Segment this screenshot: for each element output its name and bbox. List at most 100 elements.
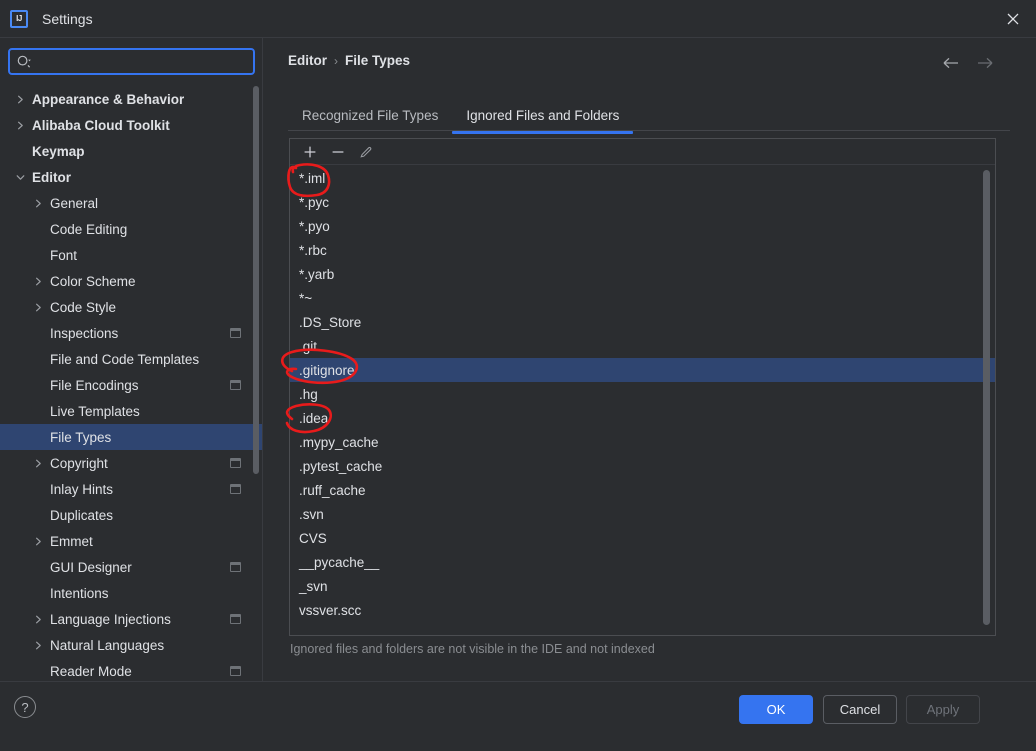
chevron-right-icon[interactable]: [30, 294, 46, 320]
list-item[interactable]: *.yarb: [290, 262, 995, 286]
sidebar-item-appearance-behavior[interactable]: Appearance & Behavior: [0, 86, 262, 112]
settings-sidebar: Appearance & Behavior Alibaba Cloud Toolk…: [0, 38, 263, 681]
sidebar-item-inlay-hints[interactable]: Inlay Hints: [0, 476, 262, 502]
list-item-value: .git: [299, 338, 318, 354]
list-item[interactable]: CVS: [290, 526, 995, 550]
sidebar-item-label: Live Templates: [50, 403, 140, 419]
list-item[interactable]: .DS_Store: [290, 310, 995, 334]
sidebar-item-copyright[interactable]: Copyright: [0, 450, 262, 476]
list-item[interactable]: _svn: [290, 574, 995, 598]
remove-button[interactable]: [326, 141, 350, 163]
sidebar-item-code-style[interactable]: Code Style: [0, 294, 262, 320]
sidebar-item-language-injections[interactable]: Language Injections: [0, 606, 262, 632]
project-scope-icon: [230, 458, 241, 468]
window-title: Settings: [42, 10, 93, 27]
list-item[interactable]: *~: [290, 286, 995, 310]
list-item[interactable]: *.rbc: [290, 238, 995, 262]
sidebar-item-keymap[interactable]: Keymap: [0, 138, 262, 164]
sidebar-item-emmet[interactable]: Emmet: [0, 528, 262, 554]
sidebar-item-inspections[interactable]: Inspections: [0, 320, 262, 346]
list-item[interactable]: .mypy_cache: [290, 430, 995, 454]
sidebar-item-color-scheme[interactable]: Color Scheme: [0, 268, 262, 294]
sidebar-item-live-templates[interactable]: Live Templates: [0, 398, 262, 424]
chevron-right-icon[interactable]: [30, 190, 46, 216]
tab-ignored-files-and-folders[interactable]: Ignored Files and Folders: [452, 108, 634, 134]
list-item-value: .ruff_cache: [299, 482, 366, 498]
breadcrumb-parent[interactable]: Editor: [288, 53, 327, 68]
arrow-left-icon[interactable]: [942, 56, 960, 70]
sidebar-item-label: Intentions: [50, 585, 109, 601]
sidebar-item-file-and-code-templates[interactable]: File and Code Templates: [0, 346, 262, 372]
list-item[interactable]: .svn: [290, 502, 995, 526]
list-item[interactable]: *.iml: [290, 166, 995, 190]
sidebar-item-label: Font: [50, 247, 78, 263]
ok-button[interactable]: OK: [739, 695, 813, 724]
sidebar-item-duplicates[interactable]: Duplicates: [0, 502, 262, 528]
search-input[interactable]: [34, 54, 247, 69]
sidebar-item-font[interactable]: Font: [0, 242, 262, 268]
list-item-value: .hg: [299, 386, 318, 402]
list-item[interactable]: .idea: [290, 406, 995, 430]
list-item[interactable]: .hg: [290, 382, 995, 406]
sidebar-item-code-editing[interactable]: Code Editing: [0, 216, 262, 242]
sidebar-item-label: Reader Mode: [50, 663, 132, 679]
list-item[interactable]: *.pyc: [290, 190, 995, 214]
list-item[interactable]: .git: [290, 334, 995, 358]
settings-dialog: IJ Settings Appearance & Behavior Alibab…: [0, 0, 1036, 751]
tab-recognized-file-types[interactable]: Recognized File Types: [288, 108, 452, 133]
list-item[interactable]: .ruff_cache: [290, 478, 995, 502]
chevron-right-icon[interactable]: [30, 268, 46, 294]
sidebar-item-file-encodings[interactable]: File Encodings: [0, 372, 262, 398]
sidebar-item-reader-mode[interactable]: Reader Mode: [0, 658, 262, 681]
add-button[interactable]: [298, 141, 322, 163]
sidebar-item-general[interactable]: General: [0, 190, 262, 216]
list-item[interactable]: __pycache__: [290, 550, 995, 574]
cancel-button[interactable]: Cancel: [823, 695, 897, 724]
list-item[interactable]: .gitignore: [290, 358, 995, 382]
sidebar-item-file-types[interactable]: File Types: [0, 424, 262, 450]
project-scope-icon: [230, 484, 241, 494]
breadcrumb-current: File Types: [345, 53, 411, 68]
project-scope-icon: [230, 562, 241, 572]
list-item-value: .svn: [299, 506, 324, 522]
close-icon[interactable]: [990, 0, 1036, 37]
chevron-right-icon[interactable]: [12, 112, 28, 138]
list-scrollbar[interactable]: [983, 170, 990, 625]
list-item[interactable]: *.pyo: [290, 214, 995, 238]
help-icon[interactable]: ?: [14, 696, 36, 718]
sidebar-item-label: File Types: [50, 429, 112, 445]
chevron-right-icon[interactable]: [30, 632, 46, 658]
navigation-arrows: [942, 56, 994, 70]
sidebar-item-gui-designer[interactable]: GUI Designer: [0, 554, 262, 580]
sidebar-item-label: Inspections: [50, 325, 119, 341]
sidebar-item-editor[interactable]: Editor: [0, 164, 262, 190]
sidebar-scrollbar[interactable]: [253, 86, 259, 474]
sidebar-item-label: Language Injections: [50, 611, 171, 627]
sidebar-item-label: Appearance & Behavior: [32, 91, 185, 107]
sidebar-item-intentions[interactable]: Intentions: [0, 580, 262, 606]
search-box[interactable]: [8, 48, 255, 75]
chevron-down-icon[interactable]: [12, 164, 28, 190]
list-item[interactable]: .pytest_cache: [290, 454, 995, 478]
sidebar-item-natural-languages[interactable]: Natural Languages: [0, 632, 262, 658]
list-item[interactable]: vssver.scc: [290, 598, 995, 622]
chevron-right-icon[interactable]: [30, 450, 46, 476]
ignored-files-hint: Ignored files and folders are not visibl…: [290, 642, 655, 656]
settings-tree: Appearance & Behavior Alibaba Cloud Toolk…: [0, 86, 262, 681]
edit-button[interactable]: [354, 141, 378, 163]
arrow-right-icon[interactable]: [976, 56, 994, 70]
list-item-value: .idea: [299, 410, 329, 426]
chevron-right-icon[interactable]: [12, 86, 28, 112]
sidebar-item-alibaba-cloud-toolkit[interactable]: Alibaba Cloud Toolkit: [0, 112, 262, 138]
ignored-files-list[interactable]: *.iml *.pyc *.pyo *.rbc *.yarb *~ .DS_Store .gi…: [290, 166, 995, 635]
chevron-right-icon[interactable]: [30, 606, 46, 632]
chevron-right-icon[interactable]: [30, 528, 46, 554]
list-item-value: *.pyc: [299, 194, 330, 210]
list-item-value: .pytest_cache: [299, 458, 383, 474]
